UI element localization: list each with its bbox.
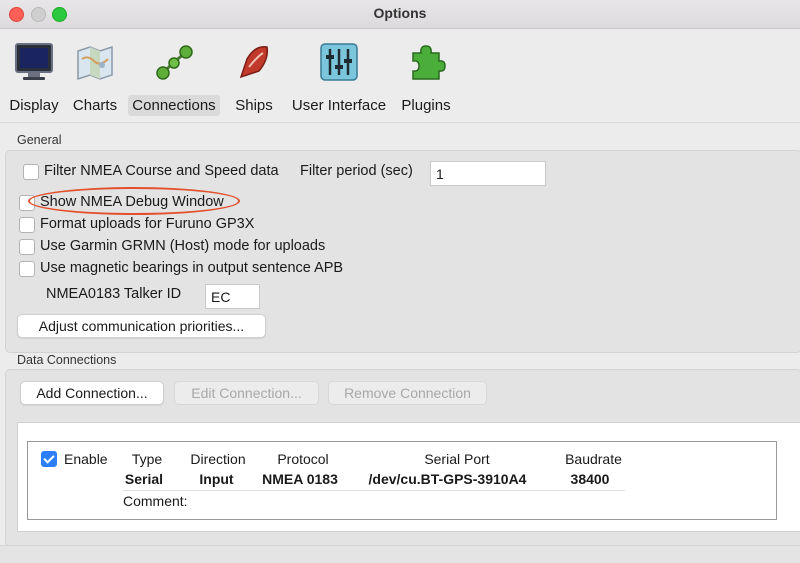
general-section-label: General xyxy=(17,133,62,147)
talker-id-input[interactable]: EC xyxy=(205,284,260,309)
garmin-host-checkbox[interactable] xyxy=(19,239,35,255)
tab-connections[interactable]: Connections xyxy=(128,29,220,122)
tab-user-interface[interactable]: User Interface xyxy=(289,29,389,122)
enable-label: Enable xyxy=(64,451,108,467)
type-value: Serial xyxy=(124,471,164,487)
filter-nmea-checkbox[interactable] xyxy=(23,164,39,180)
format-furuno-checkbox[interactable] xyxy=(19,217,35,233)
options-toolbar: Display Charts Connections Ships User In… xyxy=(0,29,800,122)
baudrate-header: Baudrate xyxy=(565,451,622,467)
protocol-value: NMEA 0183 xyxy=(262,471,338,487)
talker-id-label: NMEA0183 Talker ID xyxy=(46,286,182,302)
direction-header: Direction xyxy=(190,451,246,467)
baudrate-value: 38400 xyxy=(570,471,610,487)
tab-plugins[interactable]: Plugins xyxy=(398,29,454,122)
add-connection-button[interactable]: Add Connection... xyxy=(20,381,164,405)
puzzle-icon xyxy=(412,45,446,80)
connections-nodes-icon xyxy=(156,45,193,80)
filter-nmea-label: Filter NMEA Course and Speed data xyxy=(44,163,279,179)
tab-ships[interactable]: Ships xyxy=(229,29,279,122)
tab-label: Display xyxy=(9,97,59,114)
garmin-host-label: Use Garmin GRMN (Host) mode for uploads xyxy=(40,238,326,254)
tab-label: Connections xyxy=(128,95,220,116)
bottom-button-strip xyxy=(0,545,800,563)
magnetic-apb-checkbox[interactable] xyxy=(19,261,35,277)
enable-connection-checkbox[interactable] xyxy=(41,451,57,467)
data-connections-section-label: Data Connections xyxy=(17,353,117,367)
adjust-priorities-button[interactable]: Adjust communication priorities... xyxy=(17,314,266,338)
type-header: Type xyxy=(131,451,163,467)
sliders-icon xyxy=(320,43,358,81)
charts-map-icon xyxy=(77,45,113,81)
tab-label: Ships xyxy=(235,97,273,114)
edit-connection-button[interactable]: Edit Connection... xyxy=(174,381,319,405)
tab-charts[interactable]: Charts xyxy=(66,29,124,122)
serial-port-value: /dev/cu.BT-GPS-3910A4 xyxy=(368,471,527,487)
remove-connection-button[interactable]: Remove Connection xyxy=(328,381,487,405)
tab-label: Charts xyxy=(72,97,118,114)
title-bar: Options xyxy=(0,0,800,29)
comment-label: Comment: xyxy=(123,493,188,509)
format-furuno-label: Format uploads for Furuno GP3X xyxy=(40,216,255,232)
filter-period-label: Filter period (sec) xyxy=(300,163,413,179)
magnetic-apb-label: Use magnetic bearings in output sentence… xyxy=(40,260,344,276)
monitor-icon xyxy=(15,43,53,80)
tab-label: User Interface xyxy=(291,97,387,114)
highlight-annotation xyxy=(28,187,240,215)
direction-value: Input xyxy=(199,471,234,487)
tab-display[interactable]: Display xyxy=(3,29,65,122)
row-divider xyxy=(123,490,625,491)
ship-icon xyxy=(239,46,269,79)
window-title: Options xyxy=(373,5,427,21)
filter-period-input[interactable]: 1 xyxy=(430,161,546,186)
tab-label: Plugins xyxy=(401,97,451,114)
serial-port-header: Serial Port xyxy=(424,451,490,467)
protocol-header: Protocol xyxy=(277,451,329,467)
